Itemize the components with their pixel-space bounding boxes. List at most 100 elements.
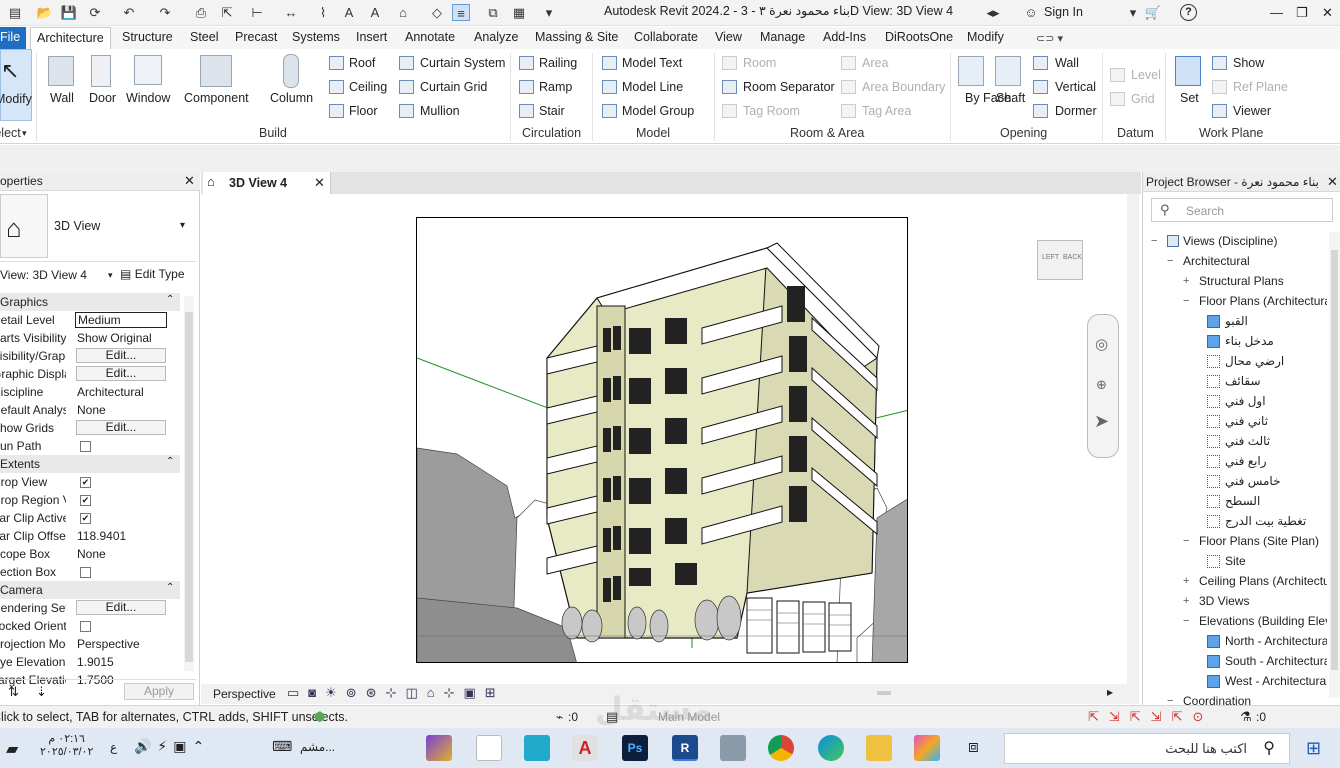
mullion-button[interactable]: Mullion	[420, 104, 460, 118]
browser-item[interactable]: سقائف	[1225, 374, 1261, 388]
room-button[interactable]: Room	[743, 56, 776, 70]
calculator-taskbar-icon[interactable]	[720, 735, 746, 761]
browser-item[interactable]: رابع فني	[1225, 454, 1267, 468]
browser-item[interactable]: تغطية بيت الدرج	[1225, 514, 1306, 528]
horizontal-scroll-thumb[interactable]	[877, 691, 891, 695]
minimize-button[interactable]: —	[1270, 5, 1283, 20]
browser-item[interactable]: 3D Views	[1199, 594, 1249, 608]
save-icon[interactable]: 💾	[60, 4, 78, 21]
browser-item[interactable]: Elevations (Building Elevation)	[1199, 614, 1327, 628]
viewer-button[interactable]: Viewer	[1233, 104, 1271, 118]
task-view-icon[interactable]: ⧈	[968, 737, 979, 757]
browser-item[interactable]: Floor Plans (Site Plan)	[1199, 534, 1319, 548]
sign-in-link[interactable]: Sign In	[1044, 5, 1083, 19]
pinned-app-label[interactable]: مشم...	[300, 740, 335, 754]
filter-funnel-icon[interactable]: ⚗	[1240, 709, 1252, 725]
view-tab-3d-view-4[interactable]: ⌂ 3D View 4 ✕	[203, 172, 331, 194]
measure-icon[interactable]: ⊢	[248, 4, 266, 21]
tab-annotate[interactable]: Annotate	[405, 30, 455, 44]
edit-button[interactable]: Edit...	[76, 348, 166, 363]
workset-icon[interactable]: ⬢	[314, 709, 325, 725]
fly-icon[interactable]: ➤	[1094, 411, 1109, 432]
projection-mode-label[interactable]: Perspective	[213, 687, 276, 701]
property-checkbox[interactable]: ✔	[80, 495, 91, 506]
design-options-icon[interactable]: ▤	[606, 709, 618, 725]
shaft-button[interactable]: Shaft	[996, 91, 1025, 105]
app-menu-icon[interactable]: ▤	[6, 4, 24, 21]
wall-button[interactable]: Wall	[50, 91, 74, 105]
browser-item[interactable]: South - Architectural	[1225, 654, 1327, 668]
roof-button[interactable]: Roof	[349, 56, 375, 70]
windows-start-icon[interactable]: ⊞	[1306, 738, 1321, 759]
select-group-label[interactable]: Select	[0, 126, 21, 140]
active-model-label[interactable]: Main Model	[658, 710, 720, 724]
filter-icon[interactable]: ⇅	[8, 684, 19, 700]
browser-item[interactable]: Floor Plans (Architectural)	[1199, 294, 1327, 308]
open-icon[interactable]: 📂	[36, 4, 54, 21]
chrome-taskbar-icon[interactable]	[768, 735, 794, 761]
zoom-icon[interactable]: ⊕	[1096, 377, 1107, 393]
language-indicator[interactable]: ع	[110, 740, 117, 754]
tree-toggle-icon[interactable]: +	[1183, 595, 1189, 607]
model-line-button[interactable]: Model Line	[622, 80, 683, 94]
clock[interactable]: ٠٢:١٦ م ٢٠٢٥/٠٣/٠٢	[40, 732, 93, 758]
dormer-button[interactable]: Dormer	[1055, 104, 1097, 118]
search-arrows-icon[interactable]: ◂▸	[984, 4, 1002, 21]
instance-selector[interactable]: View: 3D View 4	[0, 268, 110, 282]
type-dropdown-icon[interactable]: ▾	[180, 220, 185, 231]
browser-item[interactable]: North - Architectural	[1225, 634, 1327, 648]
app-taskbar-icon-1[interactable]	[426, 735, 452, 761]
wall-opening-button[interactable]: Wall	[1055, 56, 1079, 70]
properties-close-icon[interactable]: ✕	[184, 173, 195, 189]
taskbar-search-box[interactable]: اكتب هنا للبحث ⚲	[1004, 733, 1290, 764]
property-checkbox[interactable]	[80, 441, 91, 452]
ramp-button[interactable]: Ramp	[539, 80, 572, 94]
browser-item[interactable]: خامس فني	[1225, 474, 1281, 488]
browser-item[interactable]: مدخل بناء	[1225, 334, 1274, 348]
type-selector[interactable]: ⌂ 3D View ▾	[0, 192, 196, 262]
redo-icon[interactable]: ↷	[156, 4, 174, 21]
tag-area-button[interactable]: Tag Area	[862, 104, 911, 118]
selection-filter-icons[interactable]: ⇱⇲⇱⇲⇱⊙	[1088, 709, 1213, 725]
print-icon[interactable]: ⎙	[192, 4, 210, 21]
steering-wheel-icon[interactable]: ◎	[1095, 335, 1108, 353]
browser-close-icon[interactable]: ✕	[1327, 174, 1338, 190]
tab-diroots[interactable]: DiRootsOne	[885, 30, 953, 44]
set-button[interactable]: Set	[1180, 91, 1199, 105]
component-button[interactable]: Component	[184, 91, 249, 105]
tab-massing-site[interactable]: Massing & Site	[535, 30, 618, 44]
tab-file[interactable]: File	[0, 27, 26, 49]
stair-button[interactable]: Stair	[539, 104, 565, 118]
level-button[interactable]: Level	[1131, 68, 1161, 82]
railing-button[interactable]: Railing	[539, 56, 577, 70]
tab-insert[interactable]: Insert	[356, 30, 387, 44]
property-checkbox[interactable]: ✔	[80, 477, 91, 488]
column-button[interactable]: Column	[270, 91, 313, 105]
revit-taskbar-icon[interactable]: R	[672, 735, 698, 761]
dimension-icon[interactable]: ↔	[282, 4, 300, 21]
edit-button[interactable]: Edit...	[76, 420, 166, 435]
tab-architecture[interactable]: Architecture	[30, 27, 111, 49]
browser-item[interactable]: ارضي محال	[1225, 354, 1284, 368]
tree-toggle-icon[interactable]: −	[1151, 235, 1157, 247]
tab-precast[interactable]: Precast	[235, 30, 277, 44]
modify-button[interactable]: ↖ Modify	[0, 49, 32, 121]
property-checkbox[interactable]	[80, 567, 91, 578]
browser-item[interactable]: Architectural	[1183, 254, 1250, 268]
sync-icon[interactable]: ⟳	[86, 4, 104, 21]
browser-item[interactable]: Structural Plans	[1199, 274, 1284, 288]
ref-plane-button[interactable]: Ref Plane	[1233, 80, 1288, 94]
help-icon[interactable]: ?	[1180, 4, 1197, 21]
tab-systems[interactable]: Systems	[292, 30, 340, 44]
tag-room-button[interactable]: Tag Room	[743, 104, 800, 118]
browser-item[interactable]: Site	[1225, 554, 1246, 568]
view-vertical-scrollbar[interactable]	[1127, 194, 1139, 684]
room-area-group-label[interactable]: Room & Area	[790, 126, 864, 140]
model-text-button[interactable]: Model Text	[622, 56, 682, 70]
property-checkbox[interactable]: ✔	[80, 513, 91, 524]
area-boundary-button[interactable]: Area Boundary	[862, 80, 945, 94]
search-input[interactable]: Search	[1186, 204, 1224, 218]
default-3d-icon[interactable]: A	[366, 4, 384, 21]
tree-toggle-icon[interactable]: −	[1183, 615, 1189, 627]
section-icon[interactable]: ◇	[428, 4, 446, 21]
